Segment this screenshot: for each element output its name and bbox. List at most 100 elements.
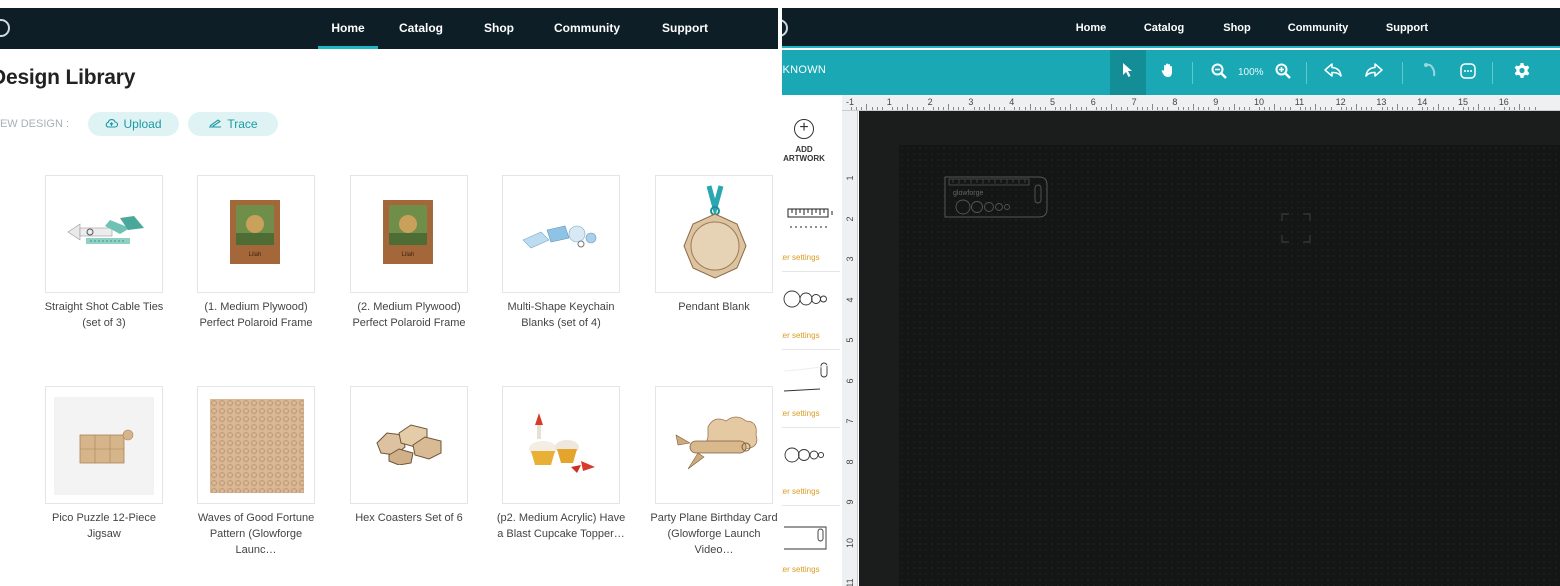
ruler-tick <box>1509 107 1510 110</box>
ruler-tick <box>1381 107 1383 110</box>
nav-support[interactable]: Support <box>1376 8 1438 49</box>
ruler-tick-label: 12 <box>1335 97 1346 107</box>
material-bed[interactable]: glowforge <box>899 145 1560 586</box>
nav-catalog[interactable]: Catalog <box>1136 8 1192 49</box>
ruler-tick <box>1524 107 1526 110</box>
filter-settings-link[interactable]: Filter settings <box>782 409 820 418</box>
ruler-tick <box>1259 107 1261 110</box>
design-card[interactable] <box>45 386 163 504</box>
top-navigation: Home Catalog Shop Community Support <box>0 8 778 49</box>
design-card[interactable] <box>655 175 773 293</box>
design-card[interactable] <box>502 175 620 293</box>
ruler-tick <box>1070 104 1072 110</box>
nav-catalog[interactable]: Catalog <box>393 8 449 49</box>
nav-shop[interactable]: Shop <box>478 8 520 49</box>
glowforge-logo-icon[interactable] <box>0 19 10 37</box>
artwork-thumbnail-ruler[interactable] <box>782 199 838 243</box>
artwork-thumbnail-circles[interactable] <box>782 433 838 477</box>
design-title[interactable]: Waves of Good Fortune Pattern (Glowforge… <box>191 510 321 558</box>
select-arrow-icon[interactable] <box>1117 62 1139 84</box>
glowforge-logo-icon[interactable] <box>782 19 788 37</box>
add-artwork-button[interactable]: + ADD ARTWORK <box>782 119 828 163</box>
ruler-tick <box>942 107 944 110</box>
ruler-tick <box>1060 107 1062 110</box>
design-title[interactable]: Multi-Shape Keychain Blanks (set of 4) <box>496 299 626 331</box>
ruler-tick <box>999 107 1000 110</box>
ruler-tick <box>1203 107 1204 110</box>
ruler-tick <box>1503 107 1505 110</box>
design-title[interactable]: Pico Puzzle 12-Piece Jigsaw <box>39 510 169 542</box>
magic-wand-icon[interactable] <box>1419 62 1441 84</box>
ruler-tick <box>948 104 949 110</box>
artwork-thumbnail-tag[interactable] <box>782 357 838 401</box>
filter-settings-link[interactable]: Filter settings <box>782 331 820 340</box>
pan-hand-icon[interactable] <box>1157 62 1179 84</box>
ruler-tick-label: 15 <box>1458 97 1469 107</box>
trace-label: Trace <box>227 117 258 131</box>
material-label[interactable]: UNKNOWN <box>782 64 826 76</box>
upload-button[interactable]: Upload <box>88 112 179 136</box>
ruler-tick <box>1223 107 1225 110</box>
more-options-icon[interactable] <box>1457 62 1479 86</box>
artwork-logo-text: glowforge <box>953 190 983 197</box>
nav-support[interactable]: Support <box>652 8 718 49</box>
nav-community[interactable]: Community <box>1282 8 1354 49</box>
divider <box>782 349 840 350</box>
divider <box>782 505 840 506</box>
filter-settings-link[interactable]: Filter settings <box>782 565 820 574</box>
ruler-tick-label: 8 <box>845 459 855 465</box>
design-card[interactable] <box>350 386 468 504</box>
design-card[interactable] <box>655 386 773 504</box>
design-title[interactable]: (1. Medium Plywood) Perfect Polaroid Fra… <box>191 299 321 331</box>
ruler-tick <box>1111 104 1113 110</box>
design-title[interactable]: Pendant Blank <box>649 299 778 315</box>
design-card[interactable]: Lilah <box>350 175 468 293</box>
ruler-tick <box>1228 107 1230 110</box>
ruler-tick-label: 2 <box>927 97 933 107</box>
ruler-tick <box>1437 104 1439 110</box>
zoom-out-icon[interactable] <box>1208 62 1230 86</box>
ruler-tick <box>1095 107 1097 110</box>
trace-button[interactable]: Trace <box>188 112 278 136</box>
design-title[interactable]: Party Plane Birthday Card (Glowforge Lau… <box>649 510 778 558</box>
design-card[interactable] <box>502 386 620 504</box>
ruler-tick-label: 14 <box>1417 97 1428 107</box>
ruler-tick <box>988 104 990 110</box>
ruler-tick-label: 5 <box>845 337 855 343</box>
ruler-tick <box>876 107 878 110</box>
nav-home[interactable]: Home <box>318 8 378 49</box>
nav-community[interactable]: Community <box>547 8 627 49</box>
design-title[interactable]: (p2. Medium Acrylic) Have a Blast Cupcak… <box>496 510 626 542</box>
undo-icon[interactable] <box>1322 62 1344 84</box>
ruler-tick <box>1192 104 1194 110</box>
ruler-tick <box>1452 107 1454 110</box>
design-title[interactable]: Hex Coasters Set of 6 <box>344 510 474 526</box>
ruler-tick <box>937 107 939 110</box>
ruler-tick <box>866 104 868 110</box>
polaroid-frame-thumbnail: Lilah <box>230 200 280 264</box>
placed-artwork-ruler[interactable]: glowforge <box>943 171 1049 223</box>
nav-home[interactable]: Home <box>1066 8 1116 49</box>
design-canvas[interactable]: glowforge <box>859 111 1560 586</box>
design-title[interactable]: (2. Medium Plywood) Perfect Polaroid Fra… <box>344 299 474 331</box>
filter-settings-link[interactable]: Filter settings <box>782 487 820 496</box>
ruler-tick-label: 11 <box>1294 97 1305 107</box>
artwork-thumbnail-tag[interactable] <box>782 513 838 557</box>
design-title[interactable]: Straight Shot Cable Ties (set of 3) <box>39 299 169 331</box>
redo-icon[interactable] <box>1363 62 1385 84</box>
design-card[interactable] <box>197 386 315 504</box>
artwork-thumbnail-circles[interactable] <box>782 277 838 321</box>
design-card[interactable] <box>45 175 163 293</box>
ruler-tick <box>963 107 965 110</box>
filter-settings-link[interactable]: Filter settings <box>782 253 820 262</box>
ruler-tick <box>1024 107 1026 110</box>
zoom-in-icon[interactable] <box>1272 62 1294 86</box>
ruler-tick-label: 11 <box>845 578 855 586</box>
cupcake-topper-thumbnail <box>529 413 595 473</box>
ruler-tick <box>1106 107 1108 110</box>
design-card[interactable]: Lilah <box>197 175 315 293</box>
ruler-tick-label: 9 <box>845 499 855 505</box>
nav-shop[interactable]: Shop <box>1216 8 1258 49</box>
gear-icon[interactable] <box>1511 62 1533 86</box>
top-navigation: Home Catalog Shop Community Support <box>782 8 1560 48</box>
